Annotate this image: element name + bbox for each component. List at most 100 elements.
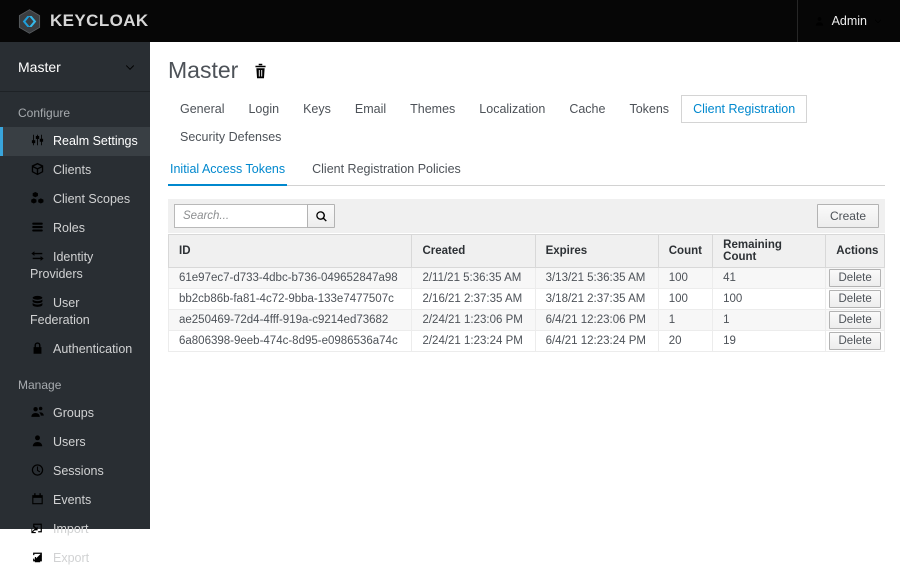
registration-subtabs: Initial Access Tokens Client Registration… [168,154,885,186]
database-icon [30,295,45,309]
export-icon [30,550,45,564]
sidebar-section-configure: Configure [0,92,150,127]
keycloak-brand: KEYCLOAK [0,8,149,35]
cell-remaining-count: 19 [713,331,826,352]
sidebar-item-label: Client Scopes [53,192,130,206]
cell-expires: 3/18/21 2:37:35 AM [535,289,658,310]
column-header: Actions [826,235,885,268]
sidebar-item[interactable]: Events [0,486,150,515]
cell-created: 2/24/21 1:23:06 PM [412,310,535,331]
search-group [174,204,335,228]
delete-button[interactable]: Delete [829,332,881,350]
table-row: 6a806398-9eeb-474c-8d95-e0986536a74c 2/2… [169,331,885,352]
cell-expires: 6/4/21 12:23:24 PM [535,331,658,352]
sidebar-item[interactable]: Users [0,428,150,457]
column-header: Created [412,235,535,268]
sidebar-item[interactable]: Groups [0,399,150,428]
initial-access-tokens-table: IDCreatedExpiresCountRemaining CountActi… [168,234,885,352]
sidebar-item[interactable]: Realm Settings [0,127,150,156]
sidebar-item-label: Authentication [53,342,132,356]
delete-button[interactable]: Delete [829,311,881,329]
column-header: Expires [535,235,658,268]
cell-created: 2/24/21 1:23:24 PM [412,331,535,352]
tab[interactable]: Email [343,95,398,123]
tab[interactable]: Themes [398,95,467,123]
table-header-row: IDCreatedExpiresCountRemaining CountActi… [169,235,885,268]
sidebar: Master Configure Realm Settings Clients Cl… [0,42,150,529]
sidebar-item-label: Export [53,551,89,565]
tab[interactable]: Login [236,95,291,123]
cell-remaining-count: 100 [713,289,826,310]
column-header: Count [658,235,712,268]
column-header: Remaining Count [713,235,826,268]
user-icon [30,434,45,448]
admin-user-menu[interactable]: Admin [797,0,900,42]
cell-count: 100 [658,289,712,310]
tab[interactable]: Cache [557,95,617,123]
tab[interactable]: Tokens [617,95,681,123]
top-bar: KEYCLOAK Admin [0,0,900,42]
sidebar-item-label: Events [53,493,91,507]
manage-nav: Groups Users Sessions Events Import Export [0,399,150,573]
subtab[interactable]: Client Registration Policies [310,154,463,185]
create-button[interactable]: Create [817,204,879,228]
cell-count: 100 [658,268,712,289]
keycloak-logo-icon [16,8,43,35]
cell-expires: 3/13/21 5:36:35 AM [535,268,658,289]
calendar-icon [30,492,45,506]
cell-expires: 6/4/21 12:23:06 PM [535,310,658,331]
table-body: 61e97ec7-d733-4dbc-b736-049652847a98 2/1… [169,268,885,352]
clock-icon [30,463,45,477]
subtab[interactable]: Initial Access Tokens [168,154,287,185]
lock-icon [30,341,45,355]
tab[interactable]: Keys [291,95,343,123]
sidebar-item-label: Import [53,522,88,536]
chevron-down-icon [125,62,135,72]
user-icon [814,16,825,27]
search-icon [315,210,328,223]
sliders-icon [30,133,45,147]
sidebar-item[interactable]: Clients [0,156,150,185]
configure-nav: Realm Settings Clients Client Scopes RolesI… [0,127,150,364]
sidebar-item[interactable]: User Federation [0,289,150,335]
user-menu-label: Admin [832,14,867,28]
tab[interactable]: Localization [467,95,557,123]
brand-title: KEYCLOAK [50,11,149,31]
sidebar-item-label: Realm Settings [53,134,138,148]
sidebar-item-label: Clients [53,163,91,177]
sidebar-item-label: Sessions [53,464,104,478]
sidebar-item[interactable]: Sessions [0,457,150,486]
sidebar-item[interactable]: Export [0,544,150,573]
cell-id: 61e97ec7-d733-4dbc-b736-049652847a98 [169,268,412,289]
cell-created: 2/16/21 2:37:35 AM [412,289,535,310]
sidebar-item[interactable]: Authentication [0,335,150,364]
sidebar-item[interactable]: Import [0,515,150,544]
table-row: ae250469-72d4-4fff-919a-c9214ed73682 2/2… [169,310,885,331]
trash-icon[interactable] [253,63,268,79]
cell-count: 20 [658,331,712,352]
sidebar-item-label: Users [53,435,86,449]
main-content: Master GeneralLoginKeysEmailThemesLocali… [150,42,900,529]
column-header: ID [169,235,412,268]
sidebar-item[interactable]: Client Scopes [0,185,150,214]
table-toolbar: Create [168,199,885,233]
search-input[interactable] [174,204,308,228]
sidebar-item[interactable]: Roles [0,214,150,243]
tab[interactable]: General [168,95,236,123]
cell-remaining-count: 1 [713,310,826,331]
sidebar-section-manage: Manage [0,364,150,399]
users-icon [30,405,45,419]
search-button[interactable] [307,204,335,228]
realm-tabs: GeneralLoginKeysEmailThemesLocalizationC… [168,95,885,151]
sidebar-item-label: Groups [53,406,94,420]
realm-selector[interactable]: Master [0,42,150,92]
cell-id: 6a806398-9eeb-474c-8d95-e0986536a74c [169,331,412,352]
delete-button[interactable]: Delete [829,290,881,308]
tab[interactable]: Security Defenses [168,123,293,151]
cell-created: 2/11/21 5:36:35 AM [412,268,535,289]
delete-button[interactable]: Delete [829,269,881,287]
list-icon [30,220,45,234]
tab[interactable]: Client Registration [681,95,807,123]
realm-selector-label: Master [18,59,61,75]
sidebar-item[interactable]: Identity Providers [0,243,150,289]
